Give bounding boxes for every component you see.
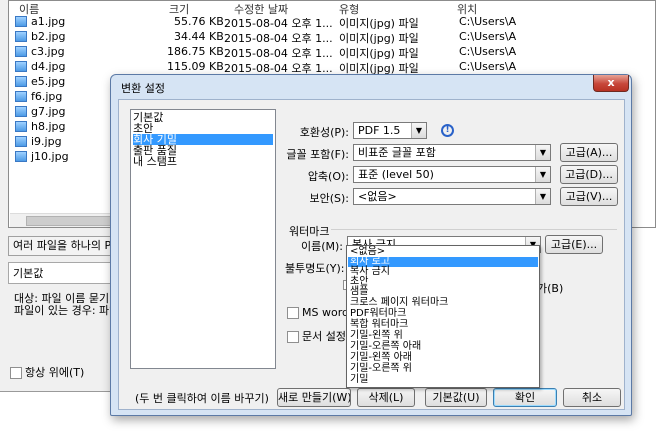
image-file-icon <box>15 151 27 162</box>
chevron-down-icon[interactable]: ▼ <box>535 167 550 182</box>
file-name: d4.jpg <box>31 60 66 73</box>
compat-value: PDF 1.5 <box>358 124 401 137</box>
watermark-name-label: 이름(M): <box>300 240 343 253</box>
image-file-icon <box>15 46 27 57</box>
compat-label: 호환성(P): <box>299 126 349 139</box>
file-name: b2.jpg <box>31 30 66 43</box>
column-header-name[interactable]: 이름 <box>19 1 39 16</box>
column-header-size[interactable]: 크기 <box>169 1 189 16</box>
profile-select[interactable]: 기본값 <box>8 262 118 284</box>
doc-settings-checkbox[interactable]: 문서 설정( <box>287 328 350 344</box>
chevron-down-icon[interactable]: ▼ <box>535 145 550 160</box>
file-name: g7.jpg <box>31 105 66 118</box>
file-size: 186.75 KB <box>167 45 224 58</box>
scrollbar-thumb[interactable] <box>26 216 116 226</box>
watermark-option[interactable]: 기밀-오른쪽 위 <box>348 364 538 374</box>
file-name: j10.jpg <box>31 150 69 163</box>
font-embed-select[interactable]: 비표준 글꼴 포함 ▼ <box>353 144 551 161</box>
watermark-option[interactable]: 복사 금지 <box>348 267 538 277</box>
advanced-a-button[interactable]: 고급(A)... <box>560 143 618 162</box>
watermark-option[interactable]: 복합 워터마크 <box>348 320 538 330</box>
checkbox-box[interactable] <box>287 307 299 319</box>
file-row[interactable]: b2.jpg 34.44 KB 2015-08-04 오후 1... 이미지(j… <box>9 29 655 45</box>
profile-item[interactable]: 내 스탬프 <box>133 156 273 167</box>
dialog-title: 변환 설정 <box>121 82 165 95</box>
file-row[interactable]: d4.jpg 115.09 KB 2015-08-04 오후 1... 이미지(… <box>9 59 655 75</box>
advanced-e-button[interactable]: 고급(E)... <box>545 235 603 254</box>
doc-settings-label: 문서 설정( <box>302 330 351 343</box>
file-size: 55.76 KB <box>174 15 224 28</box>
column-header-location[interactable]: 위치 <box>457 1 477 16</box>
watermark-option[interactable]: 기밀-오른쪽 아래 <box>348 342 538 352</box>
file-name: c3.jpg <box>31 45 65 58</box>
chevron-down-icon[interactable]: ▼ <box>411 123 426 138</box>
file-row[interactable]: c3.jpg 186.75 KB 2015-08-04 오후 1... 이미지(… <box>9 44 655 60</box>
compress-select[interactable]: 표준 (level 50) ▼ <box>353 166 551 183</box>
compat-select[interactable]: PDF 1.5 ▼ <box>353 122 427 139</box>
opacity-label: 불투명도(Y): <box>285 262 345 275</box>
font-embed-label: 글꼴 포함(F): <box>286 148 349 161</box>
compress-value: 표준 (level 50) <box>358 168 434 181</box>
watermark-dropdown-list[interactable]: <없음> 회사 로고 복사 금지 초안 샘플 크로스 페이지 워터마크 PDF워… <box>346 245 540 388</box>
profile-item[interactable]: 기본값 <box>133 112 273 123</box>
file-row[interactable]: a1.jpg 55.76 KB 2015-08-04 오후 1... 이미지(j… <box>9 14 655 30</box>
watermark-option[interactable]: PDF워터마크 <box>348 309 538 319</box>
advanced-d-button[interactable]: 고급(D)... <box>560 165 618 184</box>
font-embed-value: 비표준 글꼴 포함 <box>358 146 436 159</box>
file-location: C:\Users\A <box>459 60 517 73</box>
image-file-icon <box>15 61 27 72</box>
watermark-option[interactable]: 기밀 <box>348 375 538 385</box>
image-file-icon <box>15 91 27 102</box>
file-size: 115.09 KB <box>167 60 224 73</box>
image-file-icon <box>15 76 27 87</box>
file-size: 34.44 KB <box>174 30 224 43</box>
file-name: i9.jpg <box>31 135 62 148</box>
checkbox-box[interactable] <box>287 331 299 343</box>
checkbox-box[interactable] <box>10 367 22 379</box>
security-value: <없음> <box>358 190 397 203</box>
rename-hint: (두 번 클릭하여 이름 바꾸기) <box>135 392 269 405</box>
file-name: f6.jpg <box>31 90 63 103</box>
chevron-down-icon[interactable]: ▼ <box>535 189 550 204</box>
watermark-option[interactable]: 초안 <box>348 277 538 287</box>
watermark-option[interactable]: 기밀-왼쪽 아래 <box>348 353 538 363</box>
security-label: 보안(S): <box>309 192 349 205</box>
delete-button[interactable]: 삭제(L) <box>357 388 415 407</box>
compress-label: 압축(O): <box>307 170 349 183</box>
security-select[interactable]: <없음> ▼ <box>353 188 551 205</box>
always-on-top-checkbox[interactable]: 항상 위에(T) <box>10 364 84 380</box>
image-file-icon <box>15 121 27 132</box>
image-file-icon <box>15 16 27 27</box>
advanced-v-button[interactable]: 고급(V)... <box>560 187 618 206</box>
image-file-icon <box>15 136 27 147</box>
profile-list[interactable]: 기본값 초안 회사 기밀 출판 품질 내 스탬프 <box>130 109 276 369</box>
exists-text: 파일이 있는 경우: 파일 <box>14 304 110 317</box>
file-name: h8.jpg <box>31 120 66 133</box>
info-icon[interactable]: ! <box>441 124 454 137</box>
close-button[interactable]: x <box>593 75 629 92</box>
file-location: C:\Users\A <box>459 30 517 43</box>
merge-files-button[interactable]: 여러 파일을 하나의 PDF <box>8 236 118 256</box>
image-file-icon <box>15 31 27 42</box>
always-on-top-label: 항상 위에(T) <box>25 366 85 379</box>
watermark-option[interactable]: 샘플 <box>348 287 538 297</box>
column-header-date[interactable]: 수정한 날짜 <box>234 1 288 16</box>
column-header-type[interactable]: 유형 <box>339 1 359 16</box>
file-name: e5.jpg <box>31 75 66 88</box>
file-location: C:\Users\A <box>459 15 517 28</box>
file-name: a1.jpg <box>31 15 66 28</box>
cancel-button[interactable]: 취소 <box>563 388 621 407</box>
file-location: C:\Users\A <box>459 45 517 58</box>
watermark-legend: 워터마크 <box>287 223 332 239</box>
image-file-icon <box>15 106 27 117</box>
new-profile-button[interactable]: 새로 만들기(W) <box>277 388 351 407</box>
default-button[interactable]: 기본값(U) <box>425 388 487 407</box>
ok-button[interactable]: 확인 <box>493 388 557 407</box>
partial-option-label: 가(B) <box>537 282 564 295</box>
watermark-option[interactable]: 크로스 페이지 워터마크 <box>348 298 538 308</box>
watermark-option[interactable]: 기밀-왼쪽 위 <box>348 331 538 341</box>
